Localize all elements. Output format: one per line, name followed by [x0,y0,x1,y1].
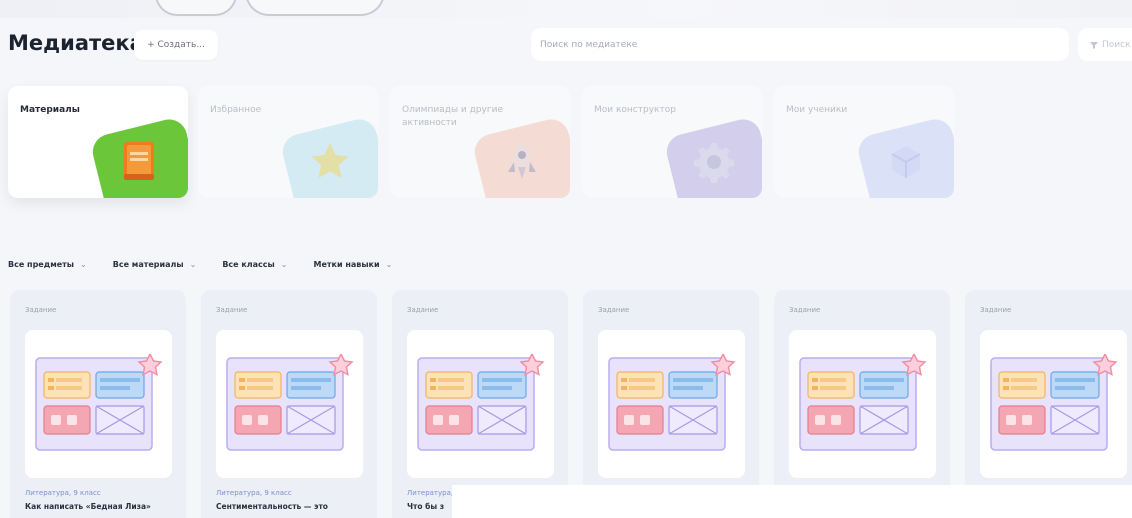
category-tile-constructor[interactable]: Мои конструктор [582,86,762,198]
material-card[interactable]: Задание Литература, 9 класс [965,290,1132,518]
create-button-label: + Создать... [147,40,205,50]
create-button[interactable]: + Создать... [134,30,218,60]
chevron-down-icon: ⌄ [280,259,288,269]
star-icon [311,143,349,178]
task-illustration [799,354,927,451]
filter-icon [1090,41,1098,49]
gear-icon [694,143,734,183]
page-title: Медиатека [8,31,144,55]
card-type: Задание [407,306,439,314]
category-label: Олимпиады и другие активности [402,105,503,128]
card-subject: Литература, 9 класс [216,489,292,497]
decorative-shape [245,0,385,16]
material-card[interactable]: Задание Литература, 9 класс [583,290,759,518]
chevron-down-icon: ⌄ [189,259,197,269]
material-card[interactable]: Задание Литература, 9 класс Что бы з [392,290,568,518]
filter-bar: Все предметы ⌄ Все материалы ⌄ Все класс… [8,256,392,272]
dropdown-label: Все материалы [112,259,184,269]
category-tile-favorites[interactable]: Избранное [198,86,378,198]
card-type: Задание [789,306,821,314]
material-card[interactable]: Задание Литература, 9 класс [774,290,950,518]
dropdown-label: Все классы [222,259,275,269]
card-subject: Литература, 9 класс [25,489,101,497]
dropdown-label: Метки навыки [313,259,380,269]
top-decoration-strip [0,0,1132,18]
category-label: Избранное [210,105,262,115]
chevron-down-icon: ⌄ [385,259,393,269]
search-bar[interactable] [531,28,1069,61]
category-label: Мои ученики [786,105,848,115]
task-illustration [417,354,545,451]
task-illustration [226,354,354,451]
decorative-shape [155,0,237,16]
category-tile-olympiads[interactable]: Олимпиады и другие активности [390,86,570,198]
card-type: Задание [25,306,57,314]
card-thumbnail [407,330,554,478]
category-tile-students[interactable]: Мои ученики [774,86,954,198]
card-title: Что бы з [407,502,445,511]
filter-grades-dropdown[interactable]: Все классы ⌄ [222,260,287,269]
card-type: Задание [598,306,630,314]
search-filter-label: Поиск [1102,39,1131,50]
search-input[interactable] [540,39,1069,50]
card-title: Как написать «Бедная Лиза» [25,502,151,511]
dropdown-label: Все предметы [8,259,75,269]
book-icon [124,142,154,180]
card-thumbnail [216,330,363,478]
overlay-panel [452,485,1132,518]
active-tab-pointer [88,220,110,230]
card-type: Задание [980,306,1012,314]
task-illustration [990,354,1118,451]
card-thumbnail [980,330,1127,478]
header: Медиатека + Создать... Поиск [0,18,1132,74]
cube-icon [891,146,921,178]
category-label: Мои конструктор [594,105,676,115]
task-illustration [608,354,736,451]
rocket-icon [508,142,536,179]
material-card[interactable]: Задание Литература, 9 класс Как написать… [10,290,186,518]
card-title: Сентиментальность — это [216,502,328,511]
category-tile-materials[interactable]: Материалы [8,86,188,198]
filter-subjects-dropdown[interactable]: Все предметы ⌄ [8,260,87,269]
search-filter-button[interactable]: Поиск [1078,28,1132,61]
task-illustration [35,354,163,451]
filter-materials-dropdown[interactable]: Все материалы ⌄ [113,260,197,269]
card-thumbnail [598,330,745,478]
card-thumbnail [789,330,936,478]
material-card[interactable]: Задание Литература, 9 класс Сентименталь… [201,290,377,518]
category-label: Материалы [20,105,80,115]
card-type: Задание [216,306,248,314]
chevron-down-icon: ⌄ [80,259,87,269]
filter-skills-dropdown[interactable]: Метки навыки ⌄ [313,260,392,269]
card-thumbnail [25,330,172,478]
media-library-app: Медиатека + Создать... Поиск Материалы И… [0,18,1132,518]
